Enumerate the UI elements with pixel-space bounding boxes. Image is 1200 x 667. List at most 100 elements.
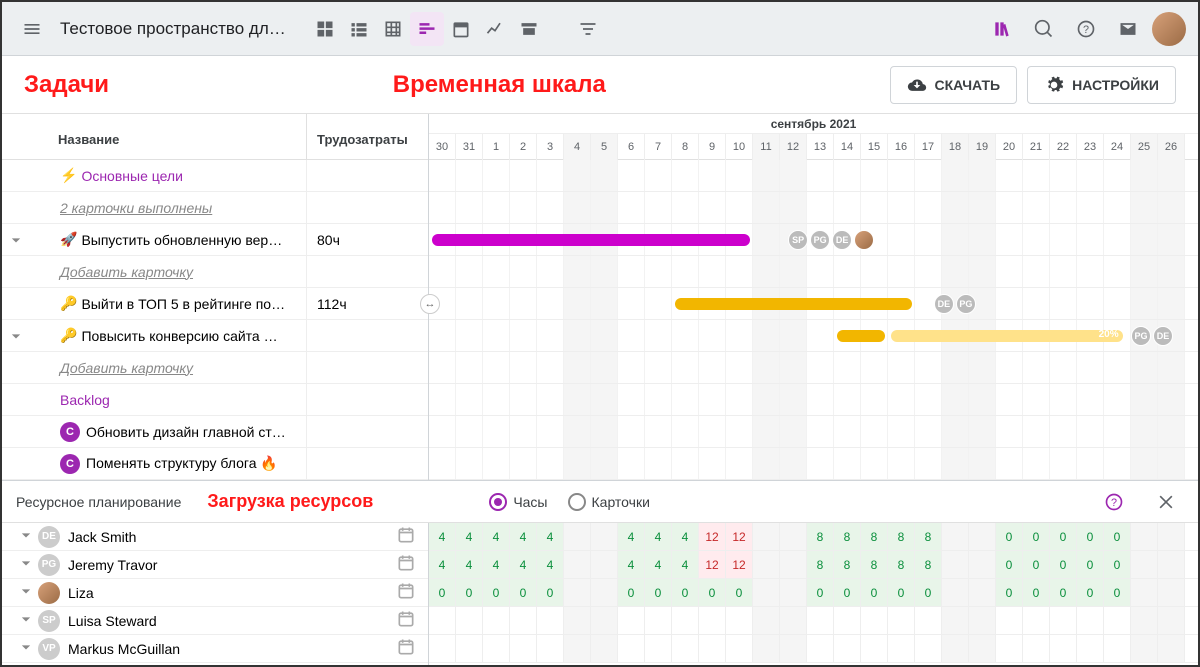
gantt-bar[interactable] bbox=[432, 234, 750, 246]
resource-cell: 4 bbox=[456, 523, 483, 550]
task-row[interactable]: ⚡Основные цели bbox=[2, 160, 428, 192]
day-cell: 12 bbox=[780, 134, 807, 160]
day-cell: 23 bbox=[1077, 134, 1104, 160]
resource-cell: 4 bbox=[483, 523, 510, 550]
assignee-avatar[interactable]: SP bbox=[788, 230, 808, 250]
user-avatar[interactable] bbox=[1152, 12, 1186, 46]
resource-cell bbox=[510, 607, 537, 634]
close-icon[interactable] bbox=[1148, 484, 1184, 520]
resource-row[interactable]: DEJack Smith bbox=[2, 523, 428, 551]
task-row[interactable]: CОбновить дизайн главной ст… bbox=[2, 416, 428, 448]
resource-cell bbox=[591, 635, 618, 662]
resource-cell: 0 bbox=[1077, 579, 1104, 606]
calendar-icon[interactable] bbox=[396, 609, 416, 632]
timeline-row[interactable] bbox=[429, 160, 1198, 192]
resource-cell: 0 bbox=[1050, 579, 1077, 606]
timeline-row[interactable] bbox=[429, 352, 1198, 384]
column-effort[interactable]: Трудозатраты bbox=[307, 114, 428, 159]
column-name[interactable]: Название bbox=[2, 114, 307, 159]
resource-cell bbox=[618, 635, 645, 662]
assignee-avatar[interactable]: PG bbox=[810, 230, 830, 250]
resource-cell bbox=[1104, 607, 1131, 634]
resource-row[interactable]: Liza bbox=[2, 579, 428, 607]
timeline-row[interactable]: 20% PGDE bbox=[429, 320, 1198, 352]
calendar-view-icon[interactable] bbox=[444, 12, 478, 46]
calendar-icon[interactable] bbox=[396, 553, 416, 576]
resource-cell: 4 bbox=[456, 551, 483, 578]
resource-cell: 0 bbox=[1050, 523, 1077, 550]
list-view-icon[interactable] bbox=[342, 12, 376, 46]
resource-cell: 0 bbox=[645, 579, 672, 606]
assignee-avatar[interactable]: PG bbox=[1131, 326, 1151, 346]
task-row[interactable]: 🔑Выйти в ТОП 5 в рейтинге по…112ч bbox=[2, 288, 428, 320]
resource-cell: 4 bbox=[429, 523, 456, 550]
task-row[interactable]: 2 карточки выполнены bbox=[2, 192, 428, 224]
chart-view-icon[interactable] bbox=[478, 12, 512, 46]
calendar-icon[interactable] bbox=[396, 637, 416, 660]
resource-cell: 0 bbox=[510, 579, 537, 606]
task-row[interactable]: 🔑Повысить конверсию сайта … bbox=[2, 320, 428, 352]
assignee-avatar[interactable] bbox=[854, 230, 874, 250]
resource-cell: 4 bbox=[672, 551, 699, 578]
resource-load-label: Загрузка ресурсов bbox=[207, 491, 373, 512]
board-view-icon[interactable] bbox=[308, 12, 342, 46]
task-row[interactable]: Backlog bbox=[2, 384, 428, 416]
resource-cell bbox=[699, 607, 726, 634]
resource-row[interactable]: PGJeremy Travor bbox=[2, 551, 428, 579]
download-button[interactable]: СКАЧАТЬ bbox=[890, 66, 1018, 104]
menu-icon[interactable] bbox=[14, 11, 50, 47]
resource-cell bbox=[1077, 607, 1104, 634]
resource-cell bbox=[618, 607, 645, 634]
help-icon[interactable]: ? bbox=[1068, 11, 1104, 47]
gantt-bar[interactable]: 20% bbox=[891, 330, 1123, 342]
timeline-row[interactable]: DEPG bbox=[429, 288, 1198, 320]
assignee-avatar[interactable]: PG bbox=[956, 294, 976, 314]
assignee-avatar[interactable]: DE bbox=[1153, 326, 1173, 346]
resource-row[interactable]: VPMarkus McGuillan bbox=[2, 635, 428, 663]
table-view-icon[interactable] bbox=[376, 12, 410, 46]
timeline-pane[interactable]: сентябрь 2021 30311234567891011121314151… bbox=[429, 114, 1198, 480]
resource-row[interactable]: SPLuisa Steward bbox=[2, 607, 428, 635]
resource-help-icon[interactable]: ? bbox=[1096, 484, 1132, 520]
task-row[interactable]: CПоменять структуру блога 🔥 bbox=[2, 448, 428, 480]
task-row[interactable]: 🚀Выпустить обновленную вер…80ч bbox=[2, 224, 428, 256]
search-icon[interactable] bbox=[1026, 11, 1062, 47]
calendar-icon[interactable] bbox=[396, 525, 416, 548]
assignee-avatar[interactable]: DE bbox=[832, 230, 852, 250]
resource-cell bbox=[861, 635, 888, 662]
resource-cell bbox=[564, 579, 591, 606]
resource-cell bbox=[672, 635, 699, 662]
resource-cell: 8 bbox=[915, 523, 942, 550]
resource-cell: 4 bbox=[510, 551, 537, 578]
timeline-row[interactable] bbox=[429, 256, 1198, 288]
gantt-view-icon[interactable] bbox=[410, 12, 444, 46]
gear-icon bbox=[1044, 75, 1064, 95]
gantt-bar[interactable] bbox=[837, 330, 885, 342]
timeline-row[interactable] bbox=[429, 448, 1198, 480]
resource-cell: 8 bbox=[888, 523, 915, 550]
resource-cell: 8 bbox=[807, 523, 834, 550]
task-row[interactable]: Добавить карточку bbox=[2, 352, 428, 384]
resource-cell: 0 bbox=[699, 579, 726, 606]
books-icon[interactable] bbox=[984, 11, 1020, 47]
timeline-row[interactable] bbox=[429, 416, 1198, 448]
calendar-icon[interactable] bbox=[396, 581, 416, 604]
mail-icon[interactable] bbox=[1110, 11, 1146, 47]
timeline-row[interactable] bbox=[429, 384, 1198, 416]
resource-title: Ресурсное планирование bbox=[16, 494, 181, 510]
timeline-row[interactable] bbox=[429, 192, 1198, 224]
radio-hours[interactable]: Часы bbox=[489, 493, 547, 511]
resource-cell bbox=[834, 607, 861, 634]
archive-view-icon[interactable] bbox=[512, 12, 546, 46]
radio-cards[interactable]: Карточки bbox=[568, 493, 650, 511]
filter-icon[interactable] bbox=[570, 11, 606, 47]
workspace-title[interactable]: Тестовое пространство для с… bbox=[56, 19, 296, 39]
gantt-bar[interactable] bbox=[675, 298, 912, 310]
timeline-row[interactable]: SPPGDE bbox=[429, 224, 1198, 256]
resource-cell bbox=[591, 607, 618, 634]
task-row[interactable]: Добавить карточку bbox=[2, 256, 428, 288]
settings-button[interactable]: НАСТРОЙКИ bbox=[1027, 66, 1176, 104]
assignee-avatar[interactable]: DE bbox=[934, 294, 954, 314]
column-resize-handle[interactable]: ↔ bbox=[420, 294, 440, 314]
gantt-header: Задачи Временная шкала СКАЧАТЬ НАСТРОЙКИ bbox=[2, 56, 1198, 114]
